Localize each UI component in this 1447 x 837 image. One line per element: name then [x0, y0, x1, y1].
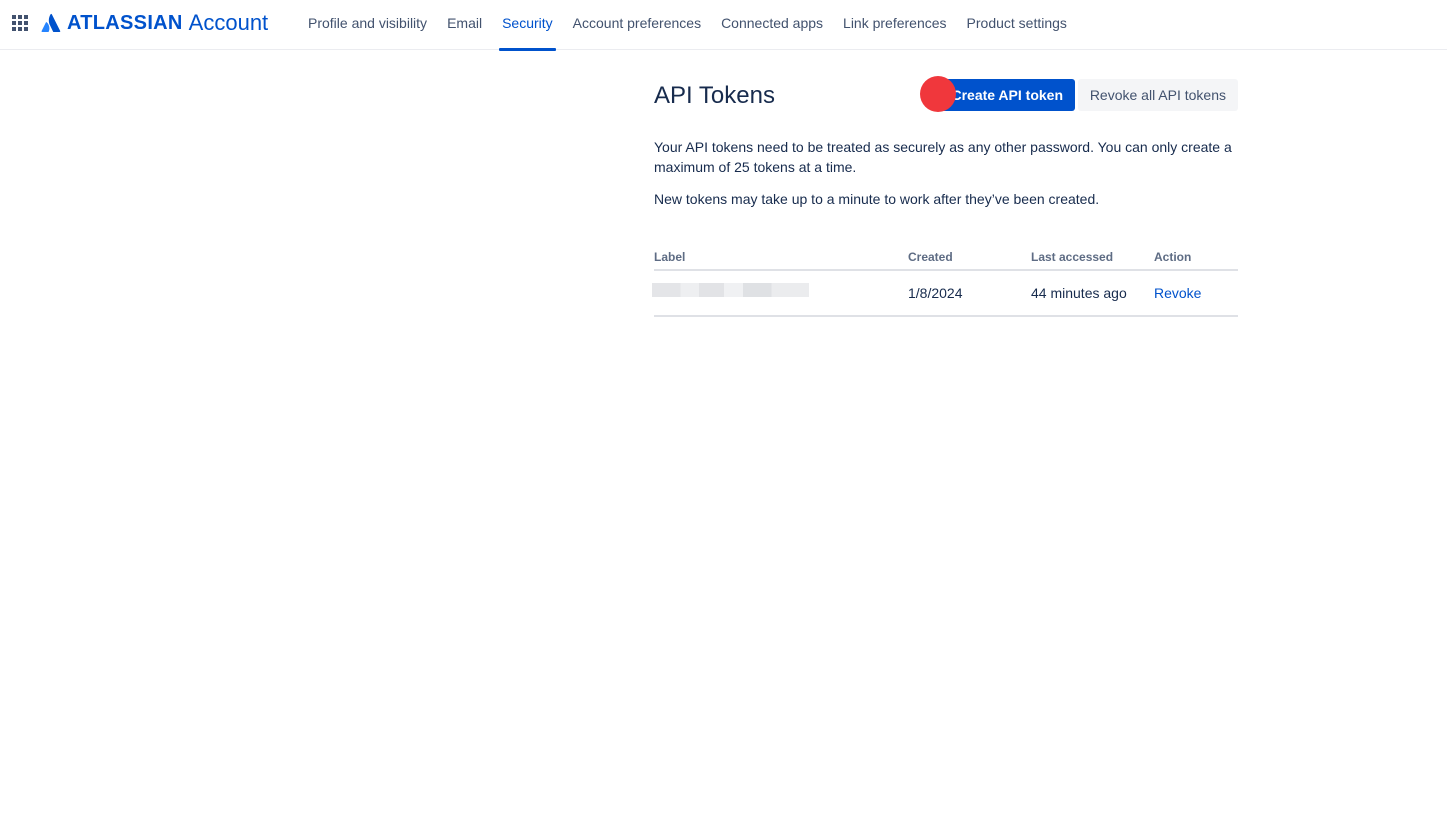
column-header-created: Created: [908, 244, 1031, 271]
create-api-token-button[interactable]: Create API token: [939, 79, 1075, 111]
token-activation-note: New tokens may take up to a minute to wo…: [654, 191, 1100, 207]
token-last-accessed: 44 minutes ago: [1031, 270, 1154, 317]
nav-tab-product-settings[interactable]: Product settings: [957, 0, 1077, 50]
nav-tab-profile-and-visibility[interactable]: Profile and visibility: [298, 0, 437, 50]
table-header-row: Label Created Last accessed Action: [654, 244, 1238, 271]
logo-product-text: Account: [188, 10, 269, 35]
top-navigation-bar: ATLASSIAN Account Profile and visibility…: [0, 0, 1447, 51]
redacted-token-label: [652, 282, 809, 297]
column-header-label: Label: [654, 244, 908, 271]
column-header-last-accessed: Last accessed: [1031, 244, 1154, 271]
page-title: API Tokens: [654, 82, 775, 109]
table-row: 1/8/2024 44 minutes ago Revoke: [652, 270, 1238, 317]
atlassian-account-logo[interactable]: ATLASSIAN Account: [41, 9, 268, 37]
revoke-all-api-tokens-button[interactable]: Revoke all API tokens: [1077, 79, 1238, 111]
heading-row: API Tokens Create API token Revoke all A…: [654, 76, 1238, 113]
column-header-action: Action: [1154, 244, 1238, 271]
api-tokens-table: Label Created Last accessed Action 1/8/2…: [652, 244, 1238, 317]
nav-tab-email[interactable]: Email: [437, 0, 492, 50]
api-tokens-section: API Tokens Create API token Revoke all A…: [652, 76, 1238, 317]
security-description: Your API tokens need to be treated as se…: [654, 139, 1232, 175]
revoke-token-link[interactable]: Revoke: [1154, 285, 1201, 301]
atlassian-logo-icon: [41, 13, 61, 32]
nav-tab-account-preferences[interactable]: Account preferences: [563, 0, 711, 50]
token-label-cell: [652, 270, 908, 317]
token-created-date: 1/8/2024: [908, 270, 1031, 317]
logo-brand-text: ATLASSIAN: [67, 11, 183, 34]
nav-tab-link-preferences[interactable]: Link preferences: [833, 0, 957, 50]
nav-tab-security[interactable]: Security: [492, 0, 563, 51]
main-nav: Profile and visibility Email Security Ac…: [298, 0, 1077, 51]
click-indicator-dot: [920, 76, 956, 112]
app-switcher-grid-icon[interactable]: [11, 14, 29, 32]
nav-tab-connected-apps[interactable]: Connected apps: [711, 0, 833, 50]
token-action-cell: Revoke: [1154, 270, 1238, 317]
